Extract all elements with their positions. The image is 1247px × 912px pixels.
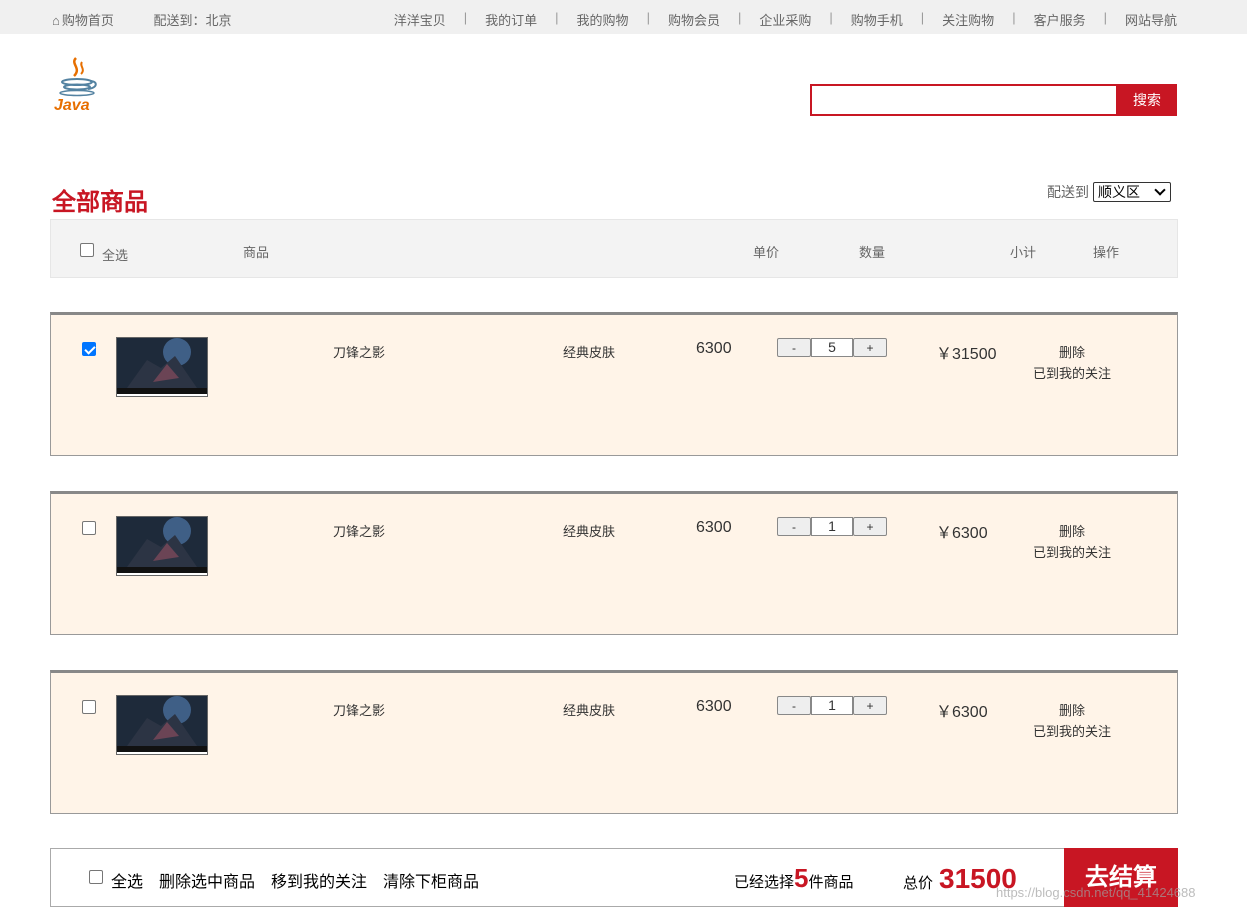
decrease-button[interactable]: - [777,517,811,536]
item-checkbox[interactable] [82,342,96,356]
nav-divider: | [646,10,650,25]
selected-count-value: 5 [794,863,809,893]
nav-item-service[interactable]: 客户服务 [1034,10,1086,29]
nav-item-site-map[interactable]: 网站导航 [1125,10,1177,29]
product-sku: 经典皮肤 [563,345,616,360]
product-name[interactable]: 刀锋之影 [333,700,385,719]
delete-link[interactable]: 删除 [1033,700,1111,721]
nav-item-enterprise[interactable]: 企业采购 [759,10,811,29]
nav-divider: | [737,10,742,25]
cart-item-row: 刀锋之影 经典皮肤 6300 - 1 + ￥6300 删除 已到我的关注 [50,491,1178,635]
product-name[interactable]: 刀锋之影 [333,342,385,361]
nav-divider: | [1012,10,1016,25]
col-subtotal: 小计 [1010,245,1037,260]
quantity-input[interactable]: 1 [811,696,853,715]
nav-item-my-shopping[interactable]: 我的购物 [577,10,629,29]
cart-item-row: 刀锋之影 经典皮肤 6300 - 5 + ￥31500 删除 已到我的关注 [50,312,1178,456]
quantity-input[interactable]: 1 [811,517,853,536]
total-label: 总价 [903,875,934,892]
increase-button[interactable]: + [853,517,887,536]
item-operations: 删除 已到我的关注 [1033,342,1111,384]
increase-button[interactable]: + [853,696,887,715]
product-thumbnail[interactable] [116,337,208,397]
quantity-input[interactable]: 5 [811,338,853,357]
item-subtotal: ￥31500 [936,346,997,363]
product-image [117,338,207,394]
cart-item-row: 刀锋之影 经典皮肤 6300 - 1 + ￥6300 删除 已到我的关注 [50,670,1178,814]
cart-table-header: 全选 商品 单价 数量 小计 操作 [50,219,1178,278]
top-nav: 洋洋宝贝 | 我的订单 | 我的购物 | 购物会员 | 企业采购 | 购物手机 | 关注购物… [394,10,1177,29]
col-operation: 操作 [1093,245,1120,260]
product-sku: 经典皮肤 [563,703,616,718]
decrease-button[interactable]: - [777,696,811,715]
nav-divider: | [920,10,925,25]
item-subtotal: ￥6300 [936,525,988,542]
nav-item-follow[interactable]: 关注购物 [942,10,994,29]
nav-item-mobile[interactable]: 购物手机 [851,10,903,29]
footer-select-all-label[interactable]: 全选 [111,868,143,892]
item-subtotal: ￥6300 [936,704,988,721]
unit-price: 6300 [696,698,732,715]
top-bar: ⌂ 购物首页 配送到：北京 洋洋宝贝 | 我的订单 | 我的购物 | 购物会员 | 企业采… [0,0,1247,34]
delete-link[interactable]: 删除 [1033,342,1111,363]
search-input[interactable] [810,84,1118,116]
search-button[interactable]: 搜索 [1117,84,1177,116]
nav-item-membership[interactable]: 购物会员 [668,10,720,29]
col-product: 商品 [243,245,270,260]
product-image [117,696,207,752]
nav-divider: | [463,10,468,25]
item-checkbox[interactable] [82,700,96,714]
unit-price: 6300 [696,340,732,357]
java-logo[interactable]: Java [52,54,104,114]
item-operations: 删除 已到我的关注 [1033,521,1111,563]
nav-item-yangyang[interactable]: 洋洋宝贝 [394,10,446,29]
deliver-label: 配送到 [1047,184,1089,200]
select-all-checkbox[interactable] [80,243,94,257]
top-bar-left: ⌂ 购物首页 配送到：北京 [52,10,250,29]
selected-suffix: 件商品 [808,874,854,891]
home-link[interactable]: ⌂ 购物首页 [52,13,132,28]
deliver-location[interactable]: 配送到：北京 [154,13,232,28]
home-icon: ⌂ [52,13,60,28]
product-sku: 经典皮肤 [563,524,616,539]
select-all-label: 全选 [102,248,129,263]
item-operations: 删除 已到我的关注 [1033,700,1111,742]
java-cup-icon: Java [54,57,97,114]
deliver-region: 配送到 顺义区 [1047,182,1171,202]
nav-divider: | [1103,10,1107,25]
nav-divider: | [829,10,833,25]
quantity-stepper: - 1 + [777,696,887,715]
page-title[interactable]: 全部商品 [52,182,148,217]
move-to-follow-link[interactable]: 已到我的关注 [1033,542,1111,563]
region-select[interactable]: 顺义区 [1093,182,1171,202]
footer-select-all-checkbox[interactable] [89,870,103,884]
move-to-follow-link[interactable]: 已到我的关注 [1033,721,1111,742]
clear-removed-link[interactable]: 清除下柜商品 [383,868,479,892]
col-quantity: 数量 [859,245,886,260]
col-unit-price: 单价 [753,245,780,260]
delete-link[interactable]: 删除 [1033,521,1111,542]
region-value: 顺义区 [1098,184,1140,200]
selected-count: 已经选择5件商品 [734,863,854,894]
move-to-follow-link[interactable]: 已到我的关注 [1033,363,1111,384]
chevron-down-icon [1154,184,1166,196]
delete-selected-link[interactable]: 删除选中商品 [159,868,255,892]
product-thumbnail[interactable] [116,695,208,755]
product-name[interactable]: 刀锋之影 [333,521,385,540]
nav-item-orders[interactable]: 我的订单 [485,10,537,29]
watermark: https://blog.csdn.net/qq_41424688 [996,885,1196,900]
selected-prefix: 已经选择 [734,874,795,891]
unit-price: 6300 [696,519,732,536]
svg-text:Java: Java [54,97,90,114]
product-image [117,517,207,573]
footer-actions: 全选 删除选中商品 移到我的关注 清除下柜商品 [111,868,495,892]
quantity-stepper: - 1 + [777,517,887,536]
item-checkbox[interactable] [82,521,96,535]
quantity-stepper: - 5 + [777,338,887,357]
nav-divider: | [555,10,559,25]
product-thumbnail[interactable] [116,516,208,576]
move-to-follow-link[interactable]: 移到我的关注 [271,868,367,892]
increase-button[interactable]: + [853,338,887,357]
decrease-button[interactable]: - [777,338,811,357]
